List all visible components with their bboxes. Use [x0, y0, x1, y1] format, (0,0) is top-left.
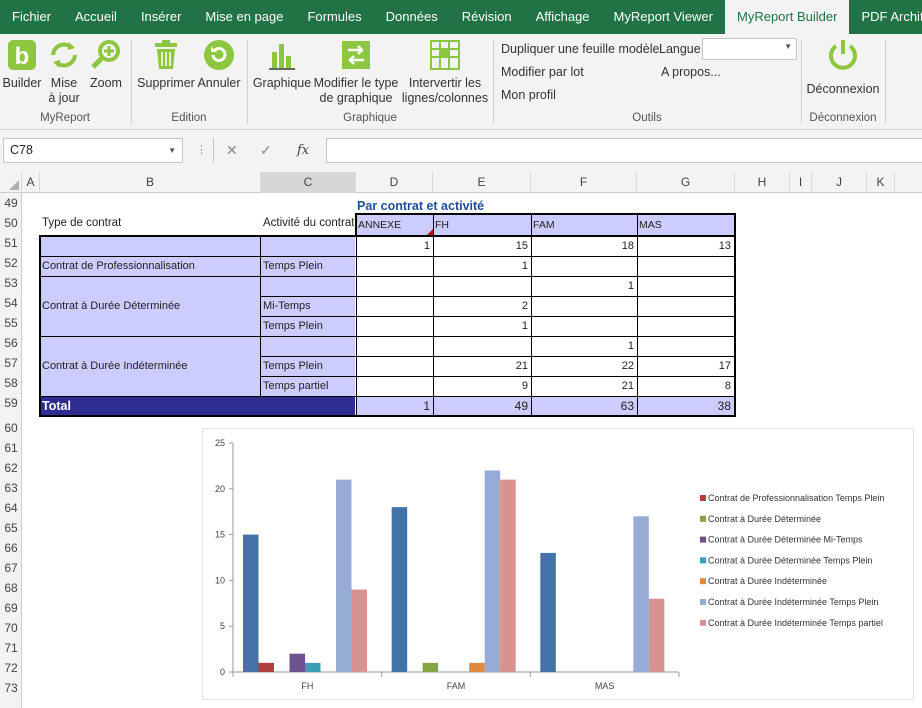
x-category-label: FAM — [447, 681, 466, 691]
contract-type-label: Contrat de Professionnalisation — [42, 260, 195, 272]
column-label-fam: FAM — [533, 219, 555, 231]
legend-swatch — [700, 515, 706, 522]
total-label: Total — [42, 399, 71, 413]
column-label-mas: MAS — [639, 219, 662, 231]
table-cell[interactable]: 13 — [637, 236, 734, 256]
row-header[interactable]: 73 — [0, 678, 22, 698]
chart-bar — [258, 662, 274, 672]
chart-bar — [336, 479, 352, 672]
row-header[interactable]: 65 — [0, 518, 22, 538]
row-header[interactable]: 62 — [0, 458, 22, 478]
table-cell[interactable]: 9 — [433, 376, 531, 396]
legend-label: Contrat à Durée Indéterminée Temps parti… — [708, 618, 883, 628]
legend-swatch — [700, 495, 706, 501]
chart-bar — [500, 479, 516, 672]
legend-label: Contrat à Durée Déterminée — [708, 514, 821, 524]
chart-bar — [540, 552, 556, 672]
contract-type-label: Contrat à Durée Indéterminée — [42, 360, 188, 372]
column-label-annexe: ANNEXE — [358, 219, 402, 231]
legend-swatch — [700, 599, 706, 605]
total-cell[interactable]: 63 — [531, 397, 637, 416]
total-cell[interactable]: 1 — [356, 397, 433, 416]
activity-label: Temps partiel — [263, 380, 329, 392]
chart-bar — [351, 589, 367, 672]
table-cell[interactable]: 17 — [637, 356, 734, 376]
y-tick-label: 20 — [215, 484, 225, 494]
row-header[interactable]: 61 — [0, 438, 22, 458]
legend-label: Contrat de Professionnalisation Temps Pl… — [708, 493, 884, 503]
chart-bar — [289, 653, 305, 672]
table-cell[interactable]: 1 — [433, 256, 531, 276]
table-cell[interactable]: 18 — [531, 236, 637, 256]
x-category-label: FH — [301, 681, 313, 691]
activity-label: Mi-Temps — [263, 300, 311, 312]
x-category-label: MAS — [595, 681, 615, 691]
legend-swatch — [700, 578, 706, 585]
table-cell[interactable]: 15 — [433, 236, 531, 256]
table-cell[interactable]: 1 — [531, 276, 637, 296]
table-cell[interactable]: 1 — [356, 236, 433, 256]
legend-label: Contrat à Durée Indéterminée — [708, 576, 827, 586]
activity-label: Temps Plein — [263, 320, 323, 332]
activity-label: Temps Plein — [263, 360, 323, 372]
chart-bar — [391, 507, 408, 672]
chart-bar — [422, 662, 439, 672]
y-tick-label: 10 — [215, 575, 225, 585]
table-cell[interactable]: 2 — [433, 296, 531, 316]
chart-bar — [484, 470, 501, 672]
total-cell[interactable]: 49 — [433, 397, 531, 416]
chart-bar — [633, 516, 649, 672]
row-header[interactable]: 63 — [0, 478, 22, 498]
row-header[interactable]: 72 — [0, 658, 22, 678]
row-header[interactable]: 71 — [0, 638, 22, 658]
row-header[interactable]: 60 — [0, 418, 22, 438]
y-tick-label: 25 — [215, 438, 225, 448]
table-cell[interactable]: 21 — [433, 356, 531, 376]
chart-bar — [469, 662, 485, 672]
table-cell[interactable]: 1 — [433, 316, 531, 336]
embedded-chart[interactable]: 0 5 10 15 20 25 FH FAM MAS Contrat de Professionn… — [202, 428, 914, 700]
row-header[interactable]: 68 — [0, 578, 22, 598]
legend-swatch — [700, 619, 706, 626]
contract-type-label: Contrat à Durée Déterminée — [42, 300, 181, 312]
legend-label: Contrat à Durée Déterminée Temps Plein — [708, 555, 872, 565]
legend-swatch — [700, 557, 706, 564]
activity-label: Temps Plein — [263, 260, 323, 272]
total-cell[interactable]: 38 — [637, 397, 734, 416]
y-tick-label: 15 — [215, 530, 225, 540]
row-header[interactable]: 69 — [0, 598, 22, 618]
table-cell[interactable]: 21 — [531, 376, 637, 396]
y-tick-label: 5 — [220, 621, 225, 631]
bar-chart: 0 5 10 15 20 25 FH FAM MAS Contrat de Professionn… — [215, 438, 884, 691]
row-header[interactable]: 70 — [0, 618, 22, 638]
legend-label: Contrat à Durée Indéterminée Temps Plein — [708, 597, 878, 607]
table-cell[interactable]: 8 — [637, 376, 734, 396]
chart-bar — [305, 662, 321, 672]
legend-label: Contrat à Durée Déterminée Mi-Temps — [708, 535, 863, 545]
table-cell[interactable]: 1 — [531, 336, 637, 356]
table-cell[interactable]: 22 — [531, 356, 637, 376]
chart-bar — [243, 534, 259, 672]
row-header[interactable]: 67 — [0, 558, 22, 578]
chart-bar — [648, 598, 665, 672]
row-header[interactable]: 64 — [0, 498, 22, 518]
row-header[interactable]: 66 — [0, 538, 22, 558]
column-label-fh: FH — [435, 219, 449, 231]
legend-swatch — [700, 536, 706, 543]
y-tick-label: 0 — [220, 667, 225, 677]
